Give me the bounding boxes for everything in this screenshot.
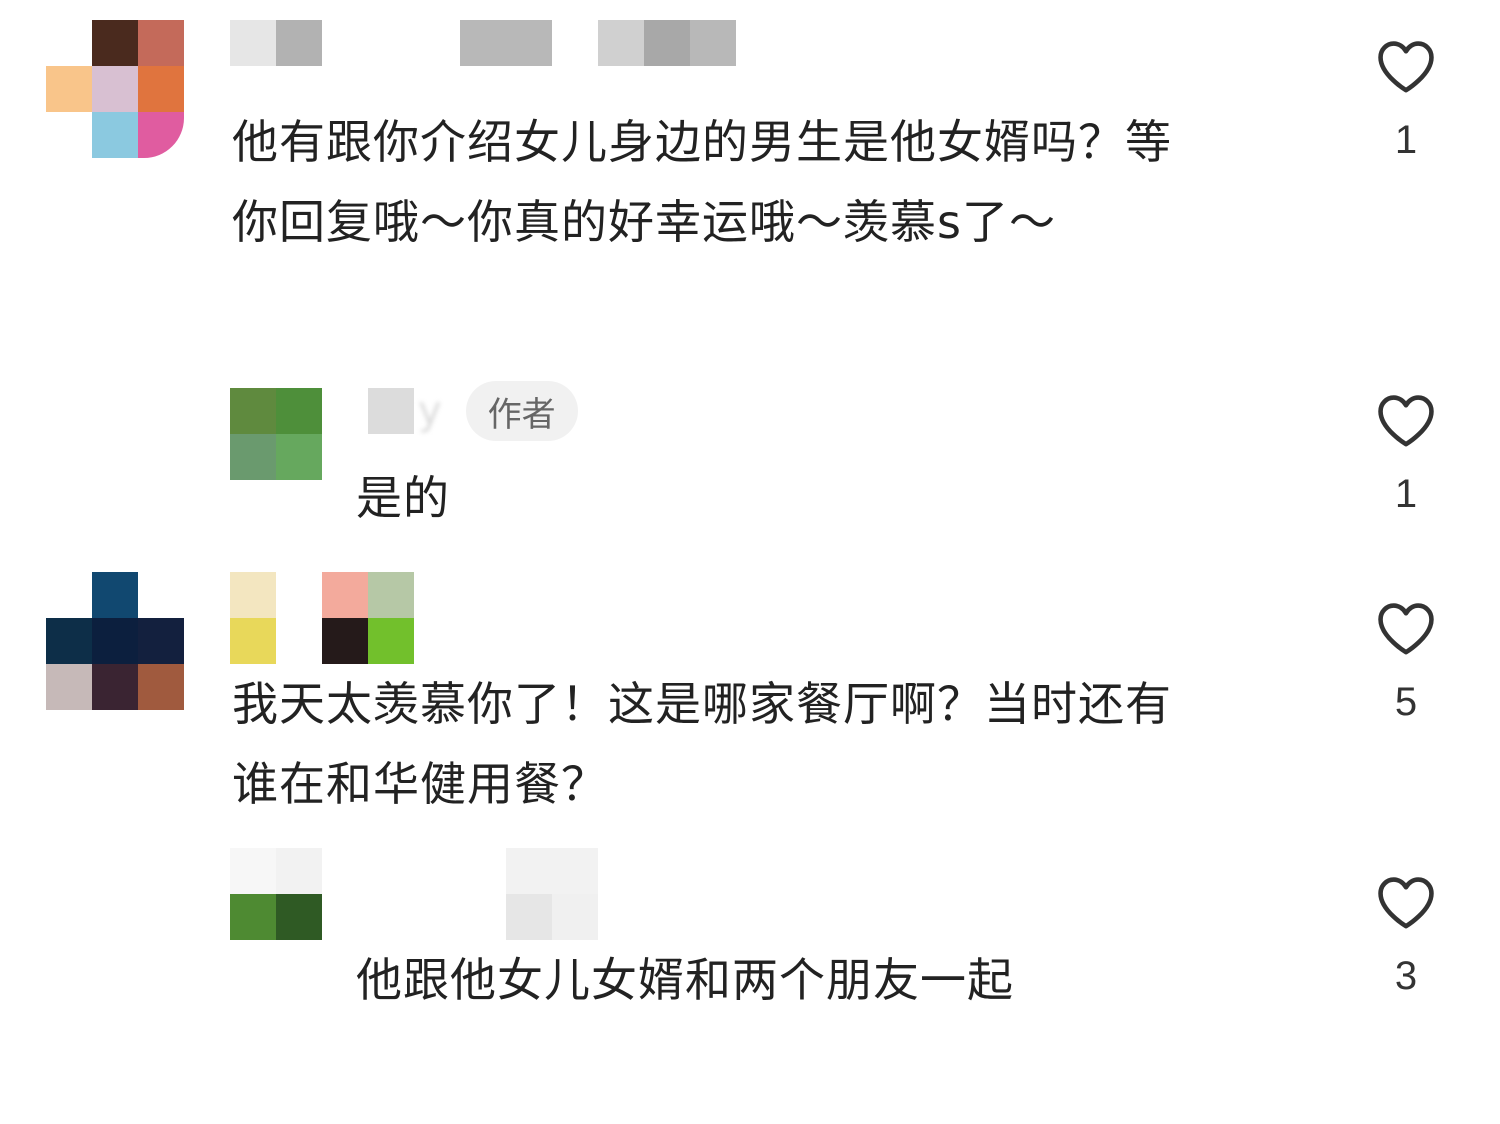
avatar[interactable] [230, 388, 322, 480]
like-button[interactable]: 1 [1366, 392, 1446, 517]
username-blur [460, 20, 552, 66]
username-row[interactable]: y 作者 [368, 381, 578, 441]
username-blur [230, 572, 414, 664]
comment-text-line: 他跟他女儿女婿和两个朋友一起 [356, 953, 1014, 1007]
avatar[interactable] [46, 572, 184, 710]
comment-text[interactable]: 是的 [356, 458, 450, 538]
comment-text[interactable]: 我天太羡慕你了！这是哪家餐厅啊？当时还有 谁在和华健用餐？ [232, 664, 1172, 824]
author-badge: 作者 [465, 381, 578, 441]
username-row[interactable] [506, 848, 598, 940]
comment-text[interactable]: 他有跟你介绍女儿身边的男生是他女婿吗？等 你回复哦～你真的好幸运哦～羡慕s了～ [232, 102, 1172, 262]
username-row[interactable] [230, 20, 736, 66]
comment-text-line: 你回复哦～你真的好幸运哦～羡慕s了～ [232, 195, 1056, 249]
username-blur [230, 20, 322, 66]
username-blur [506, 848, 598, 940]
username-row[interactable] [230, 572, 414, 664]
avatar[interactable] [46, 20, 184, 158]
username-blur [368, 388, 414, 434]
avatar[interactable] [230, 848, 322, 940]
heart-outline-icon [1366, 38, 1446, 94]
like-button[interactable]: 5 [1366, 600, 1446, 725]
comment-text-line: 谁在和华健用餐？ [232, 757, 608, 811]
like-count: 3 [1394, 954, 1418, 998]
like-count: 5 [1394, 680, 1418, 724]
comment-text-line: 是的 [356, 471, 450, 525]
username-blur [598, 20, 736, 66]
comment-text-line: 他有跟你介绍女儿身边的男生是他女婿吗？等 [232, 115, 1172, 169]
username: y [418, 388, 442, 434]
comment-text-line: 我天太羡慕你了！这是哪家餐厅啊？当时还有 [232, 677, 1172, 731]
heart-outline-icon [1366, 392, 1446, 448]
heart-outline-icon [1366, 600, 1446, 656]
like-count: 1 [1394, 472, 1418, 516]
like-button[interactable]: 1 [1366, 38, 1446, 163]
comment-text[interactable]: 他跟他女儿女婿和两个朋友一起 [356, 940, 1014, 1020]
like-count: 1 [1394, 118, 1418, 162]
like-button[interactable]: 3 [1366, 874, 1446, 999]
heart-outline-icon [1366, 874, 1446, 930]
